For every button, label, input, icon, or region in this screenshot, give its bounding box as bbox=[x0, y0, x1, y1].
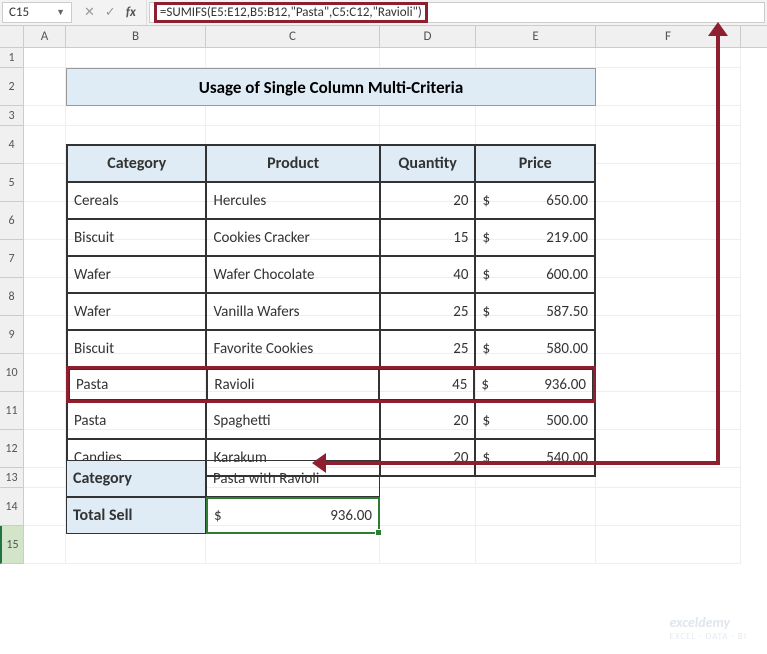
cell-product[interactable]: Vanilla Wafers bbox=[206, 293, 379, 330]
table-row[interactable]: CerealsHercules20$650.00 bbox=[67, 182, 595, 219]
cell-price[interactable]: $500.00 bbox=[475, 402, 595, 439]
cell-product[interactable]: Cookies Cracker bbox=[206, 219, 379, 256]
select-all-corner[interactable] bbox=[0, 26, 24, 47]
row-headers: 1 2 3 4 5 6 7 8 9 10 11 12 13 14 15 bbox=[0, 48, 24, 564]
cell-quantity[interactable]: 25 bbox=[380, 293, 476, 330]
cell-quantity[interactable]: 20 bbox=[380, 402, 476, 439]
row-head[interactable]: 4 bbox=[0, 126, 23, 164]
cell-category[interactable]: Pasta bbox=[69, 369, 207, 400]
summary-total-value: 936.00 bbox=[330, 507, 372, 525]
enter-icon[interactable]: ✓ bbox=[105, 5, 116, 20]
table-row[interactable]: BiscuitFavorite Cookies25$580.00 bbox=[67, 330, 595, 367]
annotation-arrow-vertical bbox=[716, 28, 720, 464]
summary-block: Category Pasta with Ravioli Total Sell $… bbox=[66, 460, 380, 534]
row-head[interactable]: 5 bbox=[0, 164, 23, 202]
formula-bar-row: C15 ▼ ✕ ✓ fx =SUMIFS(E5:E12,B5:B12,"Past… bbox=[0, 0, 767, 26]
row-head[interactable]: 6 bbox=[0, 202, 23, 240]
cell-product[interactable]: Ravioli bbox=[207, 369, 379, 400]
cell-category[interactable]: Biscuit bbox=[67, 330, 206, 367]
row-head[interactable]: 3 bbox=[0, 106, 23, 126]
name-box[interactable]: C15 ▼ bbox=[2, 2, 72, 23]
cell-price[interactable]: $580.00 bbox=[475, 330, 595, 367]
summary-cat-value[interactable]: Pasta with Ravioli bbox=[206, 460, 380, 497]
fx-icon[interactable]: fx bbox=[126, 5, 136, 20]
sheet-area[interactable]: Usage of Single Column Multi-Criteria Ca… bbox=[24, 48, 767, 564]
formula-bar[interactable]: =SUMIFS(E5:E12,B5:B12,"Pasta",C5:C12,"Ra… bbox=[149, 2, 765, 23]
name-box-value: C15 bbox=[9, 5, 29, 20]
cell-price[interactable]: $936.00 bbox=[474, 369, 593, 400]
row-head[interactable]: 12 bbox=[0, 430, 23, 468]
cell-product[interactable]: Spaghetti bbox=[206, 402, 379, 439]
cell-quantity[interactable]: 25 bbox=[380, 330, 476, 367]
row-head-selected[interactable]: 15 bbox=[0, 526, 23, 564]
header-category: Category bbox=[67, 145, 206, 182]
row-head[interactable]: 9 bbox=[0, 316, 23, 354]
grid-body: 1 2 3 4 5 6 7 8 9 10 11 12 13 14 15 Usag… bbox=[0, 48, 767, 564]
watermark: exceldemy EXCEL · DATA · BI bbox=[670, 614, 747, 642]
arrow-up-icon bbox=[708, 22, 728, 36]
cell-price[interactable]: $600.00 bbox=[475, 256, 595, 293]
formula-bar-controls: ✕ ✓ fx bbox=[74, 0, 147, 25]
cell-category[interactable]: Pasta bbox=[67, 402, 206, 439]
page-title: Usage of Single Column Multi-Criteria bbox=[66, 68, 596, 106]
table-row[interactable]: PastaRavioli45$936.00 bbox=[66, 366, 596, 403]
col-head-C[interactable]: C bbox=[206, 26, 380, 47]
row-head[interactable]: 8 bbox=[0, 278, 23, 316]
cell-category[interactable]: Biscuit bbox=[67, 219, 206, 256]
cell-quantity[interactable]: 40 bbox=[380, 256, 476, 293]
chevron-down-icon[interactable]: ▼ bbox=[56, 7, 65, 18]
col-head-A[interactable]: A bbox=[24, 26, 66, 47]
table-row[interactable]: PastaSpaghetti20$500.00 bbox=[67, 402, 595, 439]
cell-category[interactable]: Wafer bbox=[67, 256, 206, 293]
data-table: Category Product Quantity Price CerealsH… bbox=[66, 144, 596, 477]
cell-category[interactable]: Cereals bbox=[67, 182, 206, 219]
cell-product[interactable]: Hercules bbox=[206, 182, 379, 219]
summary-cat-label: Category bbox=[66, 460, 206, 497]
cancel-icon[interactable]: ✕ bbox=[84, 5, 95, 20]
fill-handle[interactable] bbox=[375, 529, 382, 536]
cell-product[interactable]: Wafer Chocolate bbox=[206, 256, 379, 293]
header-price: Price bbox=[475, 145, 595, 182]
cell-price[interactable]: $587.50 bbox=[475, 293, 595, 330]
cell-quantity[interactable]: 20 bbox=[380, 182, 476, 219]
summary-total-cell[interactable]: $ 936.00 bbox=[206, 497, 380, 534]
row-head[interactable]: 2 bbox=[0, 68, 23, 106]
cell-price[interactable]: $650.00 bbox=[475, 182, 595, 219]
row-head[interactable]: 10 bbox=[0, 354, 23, 392]
annotation-arrow-horizontal bbox=[320, 461, 720, 465]
table-row[interactable]: WaferVanilla Wafers25$587.50 bbox=[67, 293, 595, 330]
summary-total-label: Total Sell bbox=[66, 497, 206, 534]
col-head-B[interactable]: B bbox=[66, 26, 206, 47]
row-head[interactable]: 1 bbox=[0, 48, 23, 68]
row-head[interactable]: 11 bbox=[0, 392, 23, 430]
col-head-D[interactable]: D bbox=[380, 26, 476, 47]
row-head[interactable]: 7 bbox=[0, 240, 23, 278]
row-head[interactable]: 13 bbox=[0, 468, 23, 488]
table-header-row: Category Product Quantity Price bbox=[67, 145, 595, 182]
header-quantity: Quantity bbox=[380, 145, 476, 182]
formula-text: =SUMIFS(E5:E12,B5:B12,"Pasta",C5:C12,"Ra… bbox=[154, 2, 428, 23]
col-head-E[interactable]: E bbox=[476, 26, 596, 47]
cell-price[interactable]: $540.00 bbox=[475, 439, 595, 476]
cell-quantity[interactable]: 15 bbox=[380, 219, 476, 256]
cell-price[interactable]: $219.00 bbox=[475, 219, 595, 256]
row-head[interactable]: 14 bbox=[0, 488, 23, 526]
table-row[interactable]: BiscuitCookies Cracker15$219.00 bbox=[67, 219, 595, 256]
cell-quantity[interactable]: 20 bbox=[380, 439, 476, 476]
header-product: Product bbox=[206, 145, 379, 182]
cell-product[interactable]: Favorite Cookies bbox=[206, 330, 379, 367]
currency-symbol: $ bbox=[214, 507, 222, 525]
cell-category[interactable]: Wafer bbox=[67, 293, 206, 330]
table-row[interactable]: WaferWafer Chocolate40$600.00 bbox=[67, 256, 595, 293]
arrow-left-icon bbox=[312, 453, 326, 473]
column-headers: A B C D E F bbox=[0, 26, 767, 48]
cell-quantity[interactable]: 45 bbox=[379, 369, 474, 400]
